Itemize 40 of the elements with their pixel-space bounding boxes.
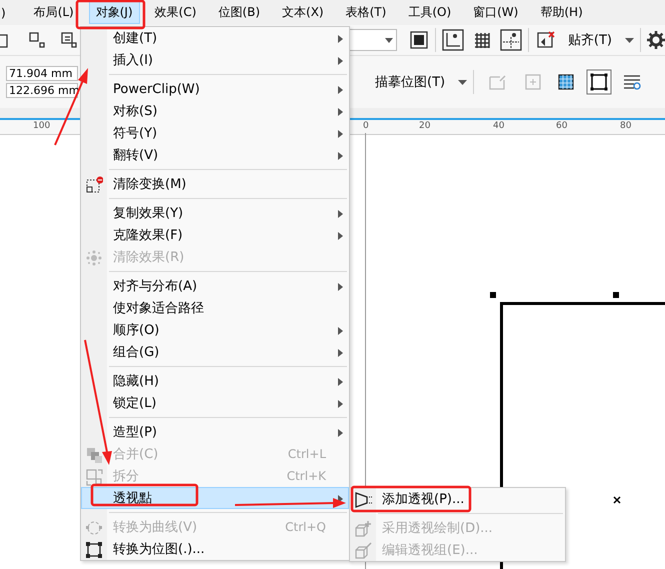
shortcut-label: Ctrl+Q (285, 520, 326, 534)
menu-item[interactable]: 隐藏(H) (81, 370, 349, 392)
menu-item[interactable]: 帮助(H) (533, 1, 590, 24)
menu-item[interactable]: 使对象适合路径 (81, 297, 349, 319)
menu-item[interactable]: 克隆效果(F) (81, 224, 349, 246)
menu-item[interactable]: 添加透视(P)... (350, 488, 565, 510)
trace-bitmap-button[interactable]: 描摹位图(T) (372, 71, 448, 93)
shortcut-label: Ctrl+L (288, 447, 326, 461)
menu-item[interactable]: 表格(T) (338, 1, 394, 24)
menu-item[interactable]: 效果(C) (148, 1, 204, 24)
menu-item[interactable]: 对齐与分布(A) (81, 275, 349, 297)
menu-item[interactable]: 文本(X) (275, 1, 331, 24)
menu-item[interactable]: 清除变换(M) (81, 173, 349, 195)
menu-item[interactable]: 对象(J) (88, 1, 140, 24)
menu-item[interactable]: 复制效果(Y) (81, 202, 349, 224)
menu-item[interactable]: 翻转(V) (81, 144, 349, 166)
menu-item[interactable]: 窗口(W) (466, 1, 526, 24)
snap-button[interactable]: 贴齐(T) (564, 29, 615, 51)
menu-item[interactable]: ) (0, 1, 19, 24)
menu-item[interactable]: 插入(I) (81, 49, 349, 71)
shortcut-label: Ctrl+K (286, 469, 326, 483)
ruler-label: 40 (493, 121, 504, 131)
menu-item[interactable]: 转换为位图(.)... (81, 538, 349, 560)
menu-item[interactable]: PowerClip(W) (81, 78, 349, 100)
ruler-label: 20 (419, 121, 430, 131)
menu-item[interactable]: 布局(L) (26, 1, 81, 24)
ruler-label: 0 (363, 121, 369, 131)
x-position-field[interactable]: 71.904 mm (6, 66, 78, 81)
menu-item[interactable]: 位图(B) (211, 1, 268, 24)
menu-item[interactable]: 创建(T) (81, 27, 349, 49)
menu-item[interactable]: 工具(O) (401, 1, 458, 24)
menu-item[interactable]: 造型(P) (81, 421, 349, 443)
menu-item[interactable]: 锁定(L) (81, 392, 349, 414)
menu-item[interactable]: 符号(Y) (81, 122, 349, 144)
menu-item[interactable]: 对称(S) (81, 100, 349, 122)
menu-item[interactable]: 组合(G) (81, 341, 349, 363)
ruler-label: 80 (620, 121, 632, 131)
ruler-label: 60 (556, 121, 568, 131)
menu-item[interactable]: 顺序(O) (81, 319, 349, 341)
ruler-label: 100 (33, 121, 50, 131)
